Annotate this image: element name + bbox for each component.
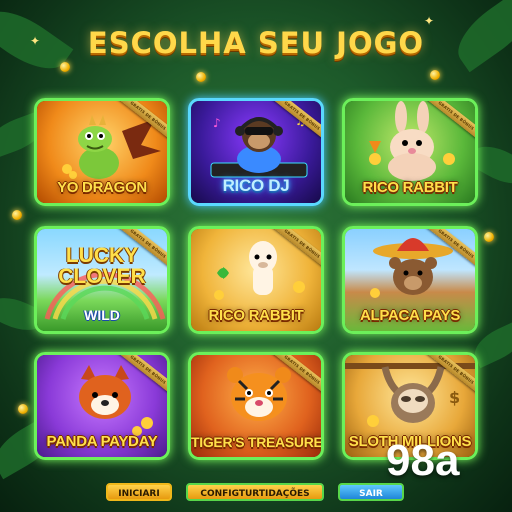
settings-button[interactable]: CONFIGTURTIDAÇÕES <box>186 483 324 501</box>
svg-text:$: $ <box>449 388 460 407</box>
game-tile-rico-rabbit[interactable]: GRATIS DE BÔNUS RICO RABBIT <box>342 98 478 206</box>
gold-coin-decoration <box>60 62 70 72</box>
game-title: TIGER'S TREASURE <box>191 434 323 450</box>
start-button[interactable]: INICIARI <box>106 483 172 501</box>
gold-coin-decoration <box>12 210 22 220</box>
game-subtitle: WILD <box>84 307 120 323</box>
game-tile-lucky-clover[interactable]: LUCKY CLOVER GRATIS DE BÔNUS WILD <box>34 226 170 334</box>
game-tile-rico-dj[interactable]: ♪♫ GRATIS DE BÔNUS RICO DJ <box>188 98 324 206</box>
game-title: ALPACA PAYS <box>359 307 461 324</box>
game-tile-rico-rabbit-alpaca[interactable]: GRATIS DE BÔNUS RICO RABBIT <box>188 226 324 334</box>
game-grid: GRATIS DE BÔNUS YO DRAGON ♪♫ GRATIS DE B… <box>34 98 478 460</box>
svg-text:♪: ♪ <box>213 116 221 130</box>
gold-coin-decoration <box>18 404 28 414</box>
game-title: YO DRAGON <box>57 179 147 196</box>
game-title: LUCKY CLOVER <box>58 244 146 288</box>
game-title: PANDA PAYDAY <box>46 433 158 450</box>
page-title: ESCOLHA SEU JOGO <box>87 26 425 60</box>
game-tile-tigers-treasure[interactable]: GRATIS DE BÔNUS TIGER'S TREASURE <box>188 352 324 460</box>
game-tile-panda-payday[interactable]: GRATIS DE BÔNUS PANDA PAYDAY <box>34 352 170 460</box>
game-tile-yo-dragon[interactable]: GRATIS DE BÔNUS YO DRAGON <box>34 98 170 206</box>
gold-coin-decoration <box>196 72 206 82</box>
game-title: RICO RABBIT <box>362 179 458 196</box>
gold-coin-decoration <box>484 232 494 242</box>
watermark-text: 98a <box>386 436 460 485</box>
game-title: RICO RABBIT <box>208 307 304 324</box>
gold-coin-decoration <box>430 70 440 80</box>
game-title: RICO DJ <box>222 176 290 195</box>
game-tile-alpaca-pays[interactable]: GRATIS DE BÔNUS ALPACA PAYS <box>342 226 478 334</box>
